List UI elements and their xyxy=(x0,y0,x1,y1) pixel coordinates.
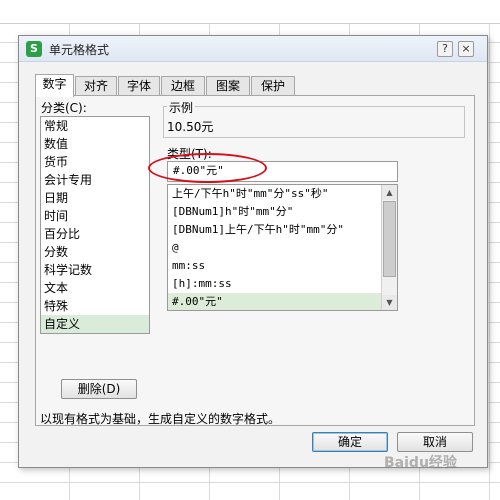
format-item[interactable]: mm:ss xyxy=(168,257,397,275)
category-item-general[interactable]: 常规 xyxy=(41,117,149,135)
format-item[interactable]: [DBNum1]上午/下午h"时"mm"分" xyxy=(168,221,397,239)
format-type-list[interactable]: 上午/下午h"时"mm"分"ss"秒" [DBNum1]h"时"mm"分" [D… xyxy=(167,184,398,311)
help-button[interactable]: ? xyxy=(437,41,453,57)
cancel-button[interactable]: 取消 xyxy=(397,432,473,452)
category-item-time[interactable]: 时间 xyxy=(41,207,149,225)
format-cells-dialog: S 单元格格式 ? × 数字 对齐 字体 边框 图案 保护 分类(C): 常规 … xyxy=(18,35,488,468)
category-item-currency[interactable]: 货币 xyxy=(41,153,149,171)
red-highlight-ellipse xyxy=(148,153,267,183)
category-item-date[interactable]: 日期 xyxy=(41,189,149,207)
category-item-accounting[interactable]: 会计专用 xyxy=(41,171,149,189)
tab-font[interactable]: 字体 xyxy=(118,76,160,96)
category-item-text[interactable]: 文本 xyxy=(41,279,149,297)
ok-button[interactable]: 确定 xyxy=(312,432,388,452)
tab-number[interactable]: 数字 xyxy=(35,74,74,97)
category-list[interactable]: 常规 数值 货币 会计专用 日期 时间 百分比 分数 科学记数 文本 特殊 自定… xyxy=(40,116,150,334)
format-list-scrollbar[interactable]: ▲ ▼ xyxy=(381,185,397,310)
watermark-text: Baidu经验 xyxy=(384,455,457,471)
category-item-scientific[interactable]: 科学记数 xyxy=(41,261,149,279)
tab-border[interactable]: 边框 xyxy=(161,76,205,96)
tab-protection[interactable]: 保护 xyxy=(251,76,295,96)
format-item-selected[interactable]: #.00"元" xyxy=(168,293,397,310)
scroll-thumb[interactable] xyxy=(383,201,396,277)
format-item[interactable]: @ xyxy=(168,239,397,257)
format-description: 以现有格式为基础，生成自定义的数字格式。 xyxy=(40,412,281,426)
format-item[interactable]: [DBNum1]h"时"mm"分" xyxy=(168,203,397,221)
sample-label: 示例 xyxy=(167,99,196,116)
category-item-number[interactable]: 数值 xyxy=(41,135,149,153)
format-item[interactable]: 上午/下午h"时"mm"分"ss"秒" xyxy=(168,185,397,203)
format-item[interactable]: [h]:mm:ss xyxy=(168,275,397,293)
category-item-percentage[interactable]: 百分比 xyxy=(41,225,149,243)
dialog-title: 单元格格式 xyxy=(49,43,110,57)
category-label: 分类(C): xyxy=(41,101,87,115)
spreadsheet-toolbar-strip xyxy=(0,0,500,24)
category-item-special[interactable]: 特殊 xyxy=(41,297,149,315)
scroll-down-arrow-icon[interactable]: ▼ xyxy=(382,295,397,310)
wps-app-icon: S xyxy=(26,41,42,57)
scroll-up-arrow-icon[interactable]: ▲ xyxy=(382,185,397,200)
category-item-fraction[interactable]: 分数 xyxy=(41,243,149,261)
tab-alignment[interactable]: 对齐 xyxy=(75,76,117,96)
category-item-custom[interactable]: 自定义 xyxy=(41,315,149,333)
dialog-titlebar[interactable]: S 单元格格式 ? × xyxy=(19,36,487,62)
sample-value: 10.50元 xyxy=(167,120,214,134)
number-tab-panel: 分类(C): 常规 数值 货币 会计专用 日期 时间 百分比 分数 科学记数 文… xyxy=(35,95,475,426)
delete-button[interactable]: 删除(D) xyxy=(61,379,137,399)
close-button[interactable]: × xyxy=(458,41,474,57)
tab-pattern[interactable]: 图案 xyxy=(206,76,250,96)
